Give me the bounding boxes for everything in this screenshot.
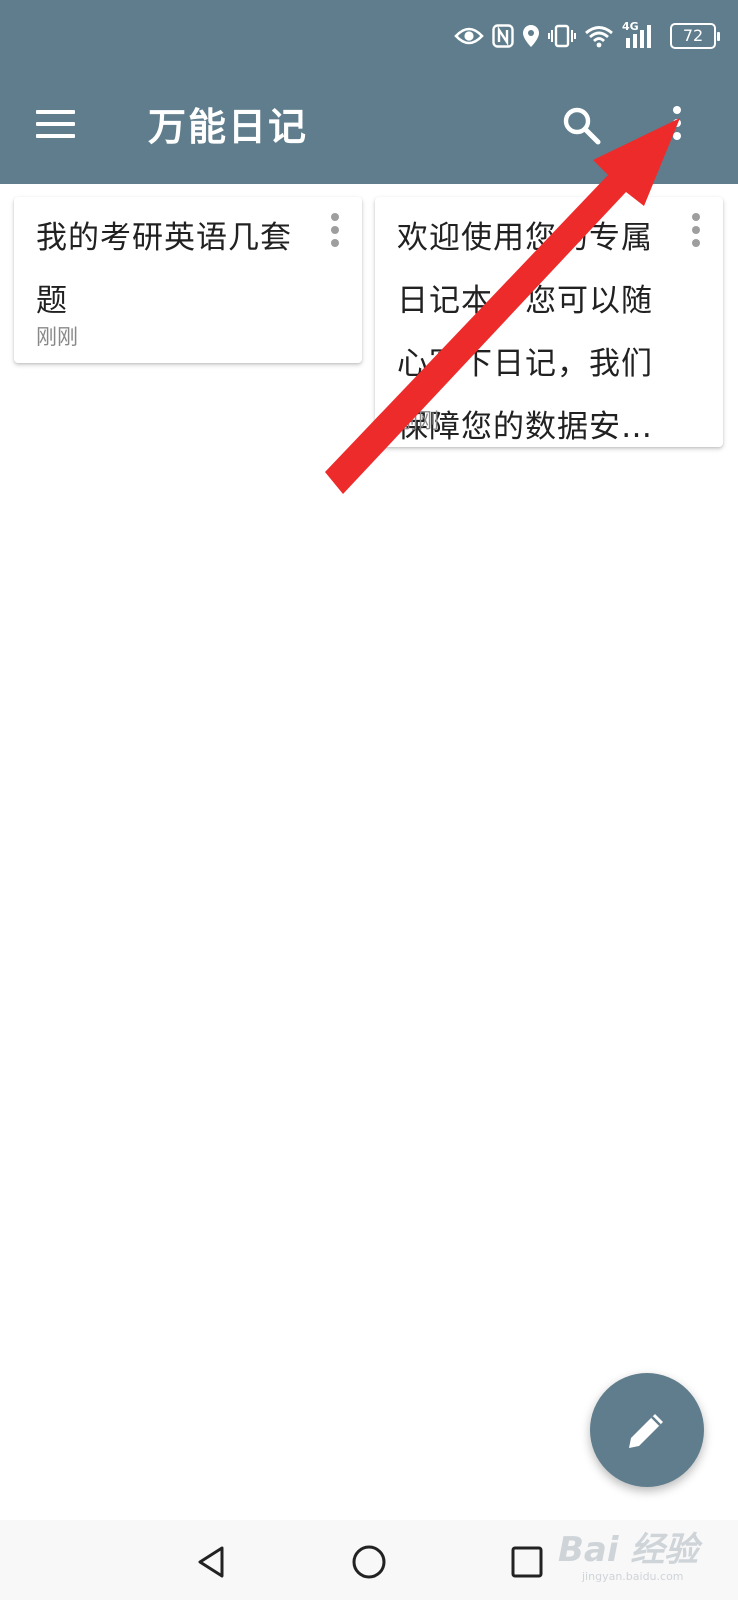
vibrate-icon xyxy=(548,24,576,48)
card-more-icon[interactable] xyxy=(689,213,703,253)
note-time: 刚刚 xyxy=(36,325,78,349)
battery-tip xyxy=(717,31,720,41)
app-title: 万能日记 xyxy=(148,105,309,149)
watermark-text: Bai 经验 xyxy=(558,1530,699,1570)
recents-icon[interactable] xyxy=(507,1542,547,1582)
home-icon[interactable] xyxy=(349,1542,389,1582)
new-note-button[interactable] xyxy=(590,1373,704,1487)
eye-icon xyxy=(454,27,484,45)
status-bar: 4G 72 xyxy=(454,18,720,54)
menu-icon[interactable] xyxy=(36,110,76,142)
location-icon xyxy=(523,25,539,47)
more-vert-icon[interactable] xyxy=(666,106,688,150)
pencil-icon xyxy=(629,1414,663,1448)
app-bar: 4G 72 万能日记 xyxy=(0,0,738,184)
cellular-signal: 4G xyxy=(622,20,658,50)
note-time: 刚刚 xyxy=(397,409,439,433)
note-card[interactable]: 我的考研英语几套题 刚刚 xyxy=(14,197,362,363)
signal-icon xyxy=(626,25,651,48)
watermark: Bai 经验 jingyan.baidu.com xyxy=(558,1522,728,1583)
back-icon[interactable] xyxy=(192,1542,232,1582)
watermark-url: jingyan.baidu.com xyxy=(582,1570,684,1583)
battery-icon: 72 xyxy=(670,23,720,49)
note-card[interactable]: 欢迎使用您的专属日记本。您可以随心写下日记，我们保障您的数据安… 刚刚 xyxy=(375,197,723,447)
wifi-icon xyxy=(585,26,613,48)
battery-level: 72 xyxy=(670,23,716,49)
note-text: 我的考研英语几套题 xyxy=(36,220,292,319)
nfc-icon xyxy=(492,24,514,48)
card-more-icon[interactable] xyxy=(328,213,342,253)
search-icon[interactable] xyxy=(562,106,602,146)
